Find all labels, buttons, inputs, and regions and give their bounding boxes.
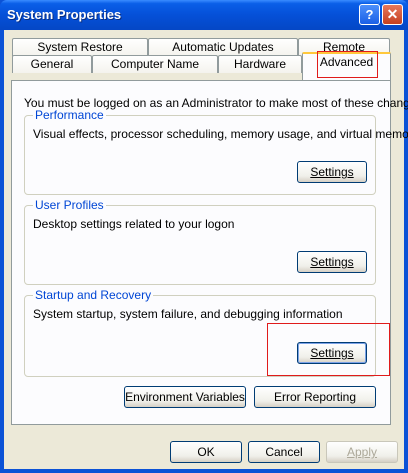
button-label: Apply	[346, 445, 378, 459]
tab-label: System Restore	[37, 40, 123, 54]
startup-recovery-label: Startup and Recovery	[33, 288, 154, 302]
button-label: OK	[197, 445, 215, 459]
startup-recovery-description: System startup, system failure, and debu…	[33, 307, 343, 321]
help-button[interactable]: ?	[359, 4, 380, 25]
button-label: Environment Variables	[125, 390, 245, 404]
tab-label: Hardware	[233, 57, 287, 71]
dialog-client-area: System Restore Automatic Updates Remote …	[4, 30, 408, 469]
startup-settings-highlight-box	[267, 323, 390, 376]
help-icon: ?	[365, 7, 374, 22]
user-profiles-description: Desktop settings related to your logon	[33, 217, 235, 231]
tab-label: General	[30, 57, 74, 71]
user-profiles-group: User Profiles Desktop settings related t…	[24, 198, 376, 285]
ok-button[interactable]: OK	[170, 441, 242, 463]
button-label: Error Reporting	[273, 390, 357, 404]
tab-hardware[interactable]: Hardware	[218, 55, 302, 73]
performance-settings-button[interactable]: Settings	[297, 161, 367, 183]
apply-button[interactable]: Apply	[326, 441, 398, 463]
button-label: Cancel	[265, 445, 303, 459]
button-label: Settings	[310, 165, 354, 179]
tab-general[interactable]: General	[12, 55, 92, 73]
performance-description: Visual effects, processor scheduling, me…	[33, 127, 408, 141]
tab-label: Automatic Updates	[172, 40, 274, 54]
error-reporting-button[interactable]: Error Reporting	[254, 386, 376, 408]
advanced-tab-highlight-box	[317, 51, 378, 78]
window-title: System Properties	[7, 7, 122, 22]
close-icon: ✕	[386, 6, 399, 22]
tab-computer-name[interactable]: Computer Name	[92, 55, 218, 73]
title-bar[interactable]: System Properties ? ✕	[0, 0, 408, 30]
tab-system-restore[interactable]: System Restore	[12, 38, 148, 56]
environment-variables-button[interactable]: Environment Variables	[124, 386, 246, 408]
button-label: Settings	[310, 255, 354, 269]
system-properties-window: System Properties ? ✕ System Restore Aut…	[0, 0, 408, 473]
performance-group: Performance Visual effects, processor sc…	[24, 108, 408, 195]
tab-automatic-updates[interactable]: Automatic Updates	[148, 38, 298, 56]
user-profiles-settings-button[interactable]: Settings	[297, 251, 367, 273]
close-button[interactable]: ✕	[382, 4, 403, 25]
performance-label: Performance	[33, 108, 106, 122]
cancel-button[interactable]: Cancel	[248, 441, 320, 463]
user-profiles-label: User Profiles	[33, 198, 106, 212]
tab-label: Computer Name	[110, 57, 200, 71]
